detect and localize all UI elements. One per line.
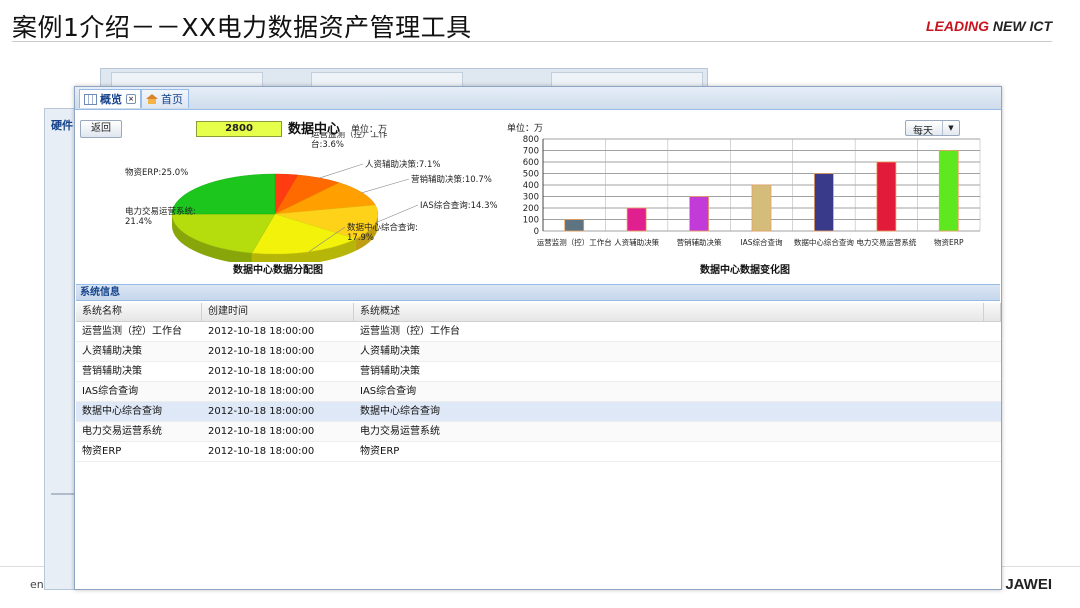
cell-system-name: 运营监测（控）工作台: [82, 326, 182, 337]
tab-home[interactable]: 首页: [141, 89, 189, 108]
footer-left-text: en: [30, 578, 44, 591]
cell-created-time: 2012-10-18 18:00:00: [208, 326, 315, 337]
pie-leader-line: [375, 204, 419, 224]
tab-strip: 概览 × 首页: [75, 87, 1001, 110]
bar: [938, 150, 959, 232]
title-divider: [12, 41, 1052, 42]
tab-overview[interactable]: 概览 ×: [79, 89, 141, 108]
cell-summary: 数据中心综合查询: [360, 406, 440, 417]
pie-slice-label: IAS综合查询:14.3%: [420, 200, 498, 211]
close-icon[interactable]: ×: [126, 94, 136, 104]
system-info-header: 系统信息: [76, 284, 1000, 301]
y-tick-label: 600: [523, 158, 539, 168]
cell-summary: 营销辅助决策: [360, 366, 420, 377]
x-tick-label: 人资辅助决策: [614, 237, 659, 247]
cell-system-name: 数据中心综合查询: [82, 406, 162, 417]
column-header-created[interactable]: 创建时间: [202, 303, 354, 321]
x-tick-label: 电力交易运营系统: [856, 237, 916, 247]
cell-summary: 运营监测（控）工作台: [360, 326, 460, 337]
x-tick-label: 数据中心综合查询: [794, 237, 854, 247]
pie-leader-line: [362, 178, 410, 193]
x-tick-label: 物资ERP: [934, 237, 964, 247]
table-body: 运营监测（控）工作台 2012-10-18 18:00:00 运营监测（控）工作台人…: [76, 322, 1001, 462]
pie-slice-label: 营销辅助决策:10.7%: [411, 174, 492, 185]
cell-summary: 人资辅助决策: [360, 346, 420, 357]
pie-chart-title: 数据中心数据分配图: [233, 265, 323, 276]
table-row[interactable]: 电力交易运营系统 2012-10-18 18:00:00 电力交易运营系统: [76, 422, 1001, 442]
cell-system-name: 物资ERP: [82, 446, 122, 457]
pie-slice-label: 运营监测（控）工作台:3.6%: [311, 132, 388, 150]
y-tick-label: 800: [523, 135, 539, 145]
hardware-label: 硬件: [51, 119, 73, 132]
y-tick-label: 300: [523, 193, 539, 203]
table-row[interactable]: 运营监测（控）工作台 2012-10-18 18:00:00 运营监测（控）工作台: [76, 322, 1001, 342]
cell-system-name: 营销辅助决策: [82, 366, 142, 377]
pie-slice-label: 人资辅助决策:7.1%: [365, 159, 440, 170]
table-row[interactable]: 人资辅助决策 2012-10-18 18:00:00 人资辅助决策: [76, 342, 1001, 362]
cell-created-time: 2012-10-18 18:00:00: [208, 366, 315, 377]
brand-logo: LEADING NEW ICT: [926, 18, 1052, 34]
pie-slice-label: 数据中心综合查询: 17.9%: [347, 222, 418, 243]
bar: [876, 161, 897, 232]
logo-new-ict: NEW ICT: [992, 18, 1052, 34]
tab-label: 概览: [100, 93, 122, 106]
y-tick-label: 0: [534, 227, 539, 237]
y-tick-label: 500: [523, 170, 539, 180]
table-row[interactable]: 营销辅助决策 2012-10-18 18:00:00 营销辅助决策: [76, 362, 1001, 382]
cell-created-time: 2012-10-18 18:00:00: [208, 406, 315, 417]
cell-summary: IAS综合查询: [360, 386, 417, 397]
tab-label: 首页: [161, 93, 183, 106]
x-tick-label: 运营监测（控）工作台: [537, 237, 612, 247]
cell-created-time: 2012-10-18 18:00:00: [208, 446, 315, 457]
table-row[interactable]: 物资ERP 2012-10-18 18:00:00 物资ERP: [76, 442, 1001, 462]
logo-leading: LEADING: [926, 18, 989, 34]
system-info-table: 系统名称 创建时间 系统概述 运营监测（控）工作台 2012-10-18 18:0…: [76, 303, 1001, 462]
table-header: 系统名称 创建时间 系统概述: [76, 303, 1001, 322]
footer-brand: JAWEI: [1005, 576, 1052, 593]
bar: [689, 196, 709, 232]
home-icon: [146, 94, 158, 104]
background-divider: [51, 493, 75, 495]
cell-summary: 物资ERP: [360, 446, 400, 457]
y-tick-label: 100: [523, 216, 539, 226]
cell-summary: 电力交易运营系统: [360, 426, 440, 437]
pie-chart: 运营监测（控）工作台:3.6% 人资辅助决策:7.1% 营销辅助决策:10.7% IA…: [125, 132, 498, 262]
bar: [814, 173, 834, 232]
cell-system-name: 人资辅助决策: [82, 346, 142, 357]
bar-chart: 0100 200300 400500 600700 800 运营监测（控）工作台 人资辅助决…: [523, 135, 981, 247]
cell-created-time: 2012-10-18 18:00:00: [208, 386, 315, 397]
cell-created-time: 2012-10-18 18:00:00: [208, 346, 315, 357]
y-tick-label: 400: [523, 181, 539, 191]
cell-system-name: IAS综合查询: [82, 386, 139, 397]
table-row[interactable]: IAS综合查询 2012-10-18 18:00:00 IAS综合查询: [76, 382, 1001, 402]
column-header-spacer: [984, 303, 1001, 321]
column-header-summary[interactable]: 系统概述: [354, 303, 984, 321]
y-tick-label: 200: [523, 204, 539, 214]
slide-title: 案例1介绍－－XX电力数据资产管理工具: [12, 13, 472, 42]
x-tick-label: 营销辅助决策: [677, 237, 722, 247]
main-window: 概览 × 首页 返回 2800 数据中心 单位：万 单位：万 每天 ▼ 运营监测…: [74, 86, 1002, 590]
column-header-name[interactable]: 系统名称: [76, 303, 202, 321]
pie-slice-label: 物资ERP:25.0%: [125, 167, 188, 178]
bar: [564, 219, 585, 232]
grid-icon: [84, 93, 97, 105]
cell-system-name: 电力交易运营系统: [82, 426, 162, 437]
bar: [751, 184, 772, 232]
y-tick-label: 700: [523, 147, 539, 157]
cell-created-time: 2012-10-18 18:00:00: [208, 426, 315, 437]
bar: [626, 207, 647, 232]
x-tick-label: IAS综合查询: [740, 237, 783, 247]
bar-chart-title: 数据中心数据变化图: [700, 265, 790, 276]
pie-leader-line: [319, 163, 364, 179]
table-row[interactable]: 数据中心综合查询 2012-10-18 18:00:00 数据中心综合查询: [76, 402, 1001, 422]
